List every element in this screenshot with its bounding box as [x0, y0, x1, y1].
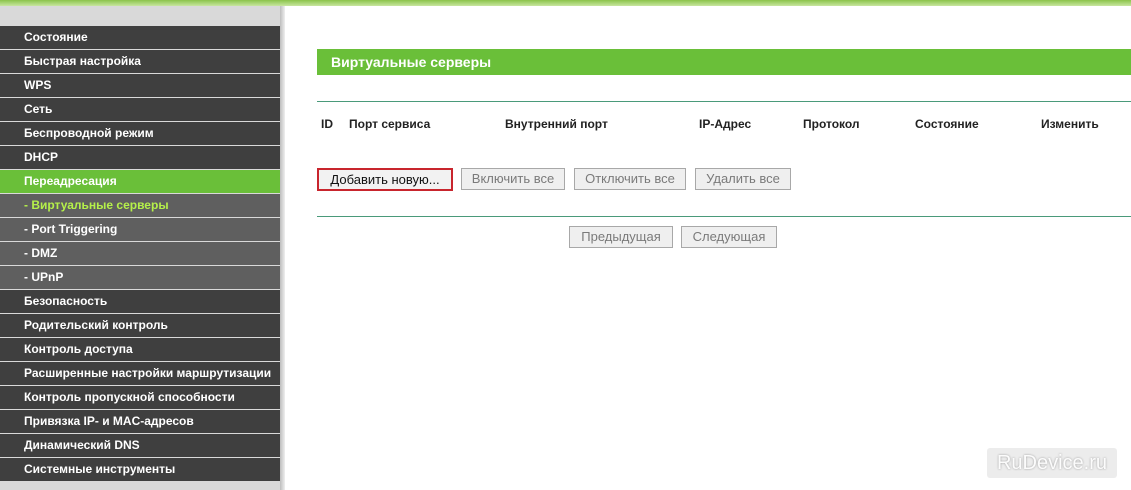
disable-all-button[interactable]: Отключить все — [574, 168, 686, 190]
sidebar-item-6[interactable]: Переадресация — [0, 170, 280, 193]
page-title: Виртуальные серверы — [317, 49, 1131, 75]
column-header-ip-address: IP-Адрес — [699, 117, 752, 131]
main-content: Виртуальные серверы ID Порт сервиса Внут… — [285, 6, 1131, 490]
sidebar-item-4[interactable]: Беспроводной режим — [0, 122, 280, 145]
sidebar-item-17[interactable]: Динамический DNS — [0, 434, 280, 457]
column-header-edit: Изменить — [1041, 117, 1099, 131]
sidebar-item-5[interactable]: DHCP — [0, 146, 280, 169]
sidebar-item-8[interactable]: - Port Triggering — [0, 218, 280, 241]
sidebar-item-15[interactable]: Контроль пропускной способности — [0, 386, 280, 409]
sidebar-item-7[interactable]: - Виртуальные серверы — [0, 194, 280, 217]
sidebar-item-13[interactable]: Контроль доступа — [0, 338, 280, 361]
watermark-logo: RuDevice.ru — [987, 448, 1117, 478]
column-header-internal-port: Внутренний порт — [505, 117, 608, 131]
sidebar-menu: Состояние Быстрая настройка WPS Сеть Беспров… — [0, 26, 280, 482]
column-header-service-port: Порт сервиса — [349, 117, 431, 131]
add-new-button[interactable]: Добавить новую... — [317, 168, 453, 191]
column-header-status: Состояние — [915, 117, 979, 131]
sidebar-item-14[interactable]: Расширенные настройки маршрутизации — [0, 362, 280, 385]
sidebar: Состояние Быстрая настройка WPS Сеть Беспров… — [0, 6, 285, 490]
sidebar-item-2[interactable]: WPS — [0, 74, 280, 97]
previous-page-button[interactable]: Предыдущая — [569, 226, 673, 248]
enable-all-button[interactable]: Включить все — [461, 168, 565, 190]
sidebar-item-1[interactable]: Быстрая настройка — [0, 50, 280, 73]
table-top-divider — [317, 101, 1131, 102]
sidebar-item-12[interactable]: Родительский контроль — [0, 314, 280, 337]
delete-all-button[interactable]: Удалить все — [695, 168, 791, 190]
column-header-protocol: Протокол — [803, 117, 860, 131]
sidebar-item-11[interactable]: Безопасность — [0, 290, 280, 313]
table-bottom-divider — [317, 216, 1131, 217]
column-header-id: ID — [321, 117, 333, 131]
sidebar-item-18[interactable]: Системные инструменты — [0, 458, 280, 481]
sidebar-item-0[interactable]: Состояние — [0, 26, 280, 49]
sidebar-item-9[interactable]: - DMZ — [0, 242, 280, 265]
sidebar-item-3[interactable]: Сеть — [0, 98, 280, 121]
sidebar-item-16[interactable]: Привязка IP- и MAC-адресов — [0, 410, 280, 433]
next-page-button[interactable]: Следующая — [681, 226, 777, 248]
sidebar-item-10[interactable]: - UPnP — [0, 266, 280, 289]
